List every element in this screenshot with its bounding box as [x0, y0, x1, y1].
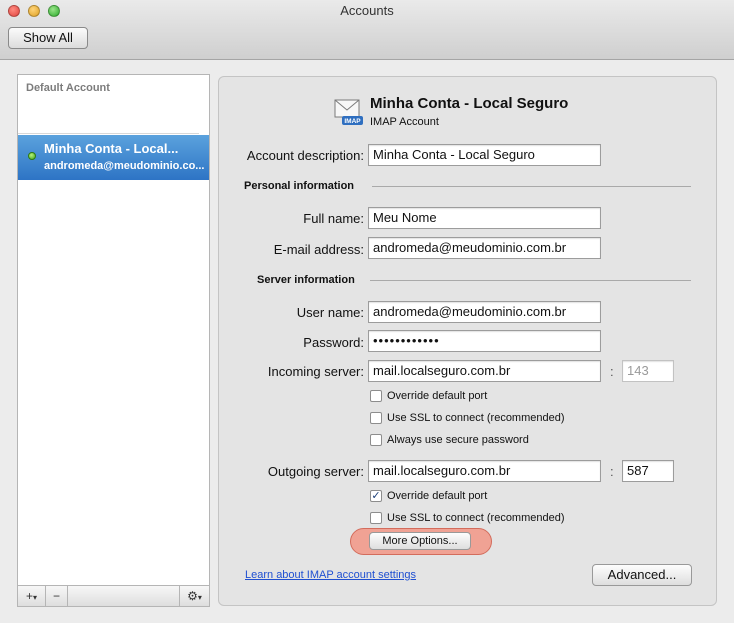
email-address-label: E-mail address: — [273, 242, 364, 257]
checkbox-icon — [370, 412, 382, 424]
user-name-field[interactable]: andromeda@meudominio.com.br — [368, 301, 601, 323]
account-actions-button[interactable]: ⚙▾ — [179, 586, 209, 606]
account-item-email: andromeda@meudominio.co... — [44, 160, 204, 172]
email-address-field[interactable]: andromeda@meudominio.com.br — [368, 237, 601, 259]
user-name-label: User name: — [296, 305, 364, 320]
incoming-server-field[interactable]: mail.localseguro.com.br — [368, 360, 601, 382]
remove-account-button[interactable]: − — [46, 586, 68, 606]
incoming-port-separator: : — [610, 364, 614, 379]
account-title: Minha Conta - Local Seguro — [370, 95, 569, 112]
imap-mail-icon: IMAP — [334, 99, 363, 125]
checkmark-icon: ✓ — [370, 490, 382, 502]
minus-icon: − — [52, 589, 60, 603]
password-label: Password: — [303, 335, 364, 350]
server-information-divider — [370, 280, 691, 281]
window-titlebar: Accounts Show All — [0, 0, 734, 60]
incoming-server-label: Incoming server: — [267, 364, 364, 379]
window-title: Accounts — [340, 3, 394, 18]
default-account-divider — [18, 133, 199, 134]
add-account-button[interactable]: +▾ — [18, 586, 46, 606]
chevron-down-icon: ▾ — [197, 593, 202, 602]
password-field[interactable]: •••••••••••• — [368, 330, 601, 352]
incoming-override-port-label: Override default port — [387, 390, 488, 402]
personal-information-heading: Personal information — [244, 180, 355, 192]
learn-imap-settings-link[interactable]: Learn about IMAP account settings — [245, 569, 416, 581]
online-status-icon — [28, 152, 36, 160]
imap-badge-text: IMAP — [344, 118, 361, 125]
advanced-button[interactable]: Advanced... — [592, 564, 692, 586]
chevron-down-icon: ▾ — [33, 593, 38, 602]
account-description-field[interactable]: Minha Conta - Local Seguro — [368, 144, 601, 166]
personal-information-divider — [372, 186, 691, 187]
account-list-item[interactable]: Minha Conta - Local... andromeda@meudomi… — [18, 135, 209, 180]
outgoing-port-field[interactable]: 587 — [622, 460, 674, 482]
outgoing-use-ssl-label: Use SSL to connect (recommended) — [387, 512, 565, 524]
account-type: IMAP Account — [370, 116, 439, 128]
account-item-name: Minha Conta - Local... — [44, 141, 179, 156]
full-name-label: Full name: — [303, 211, 364, 226]
full-name-field[interactable]: Meu Nome — [368, 207, 601, 229]
account-description-label: Account description: — [246, 148, 364, 163]
checkbox-icon — [370, 512, 382, 524]
account-details-panel: IMAP Minha Conta - Local Seguro IMAP Acc… — [218, 76, 717, 606]
secure-password-label: Always use secure password — [387, 434, 529, 446]
accounts-list-toolbar: +▾ − ⚙▾ — [18, 585, 209, 606]
outgoing-override-port-label: Override default port — [387, 490, 488, 502]
show-all-button[interactable]: Show All — [8, 27, 88, 49]
incoming-port-field[interactable]: 143 — [622, 360, 674, 382]
outgoing-server-label: Outgoing server: — [267, 464, 364, 479]
checkbox-icon — [370, 434, 382, 446]
plus-icon: + — [25, 589, 33, 603]
checkbox-icon — [370, 390, 382, 402]
outgoing-server-field[interactable]: mail.localseguro.com.br — [368, 460, 601, 482]
gear-icon: ⚙ — [187, 589, 198, 603]
accounts-list[interactable]: Default Account Minha Conta - Local... a… — [17, 74, 210, 607]
server-information-heading: Server information — [257, 274, 355, 286]
more-options-button[interactable]: More Options... — [369, 532, 471, 550]
incoming-use-ssl-label: Use SSL to connect (recommended) — [387, 412, 565, 424]
outgoing-port-separator: : — [610, 464, 614, 479]
default-account-label: Default Account — [26, 82, 110, 94]
